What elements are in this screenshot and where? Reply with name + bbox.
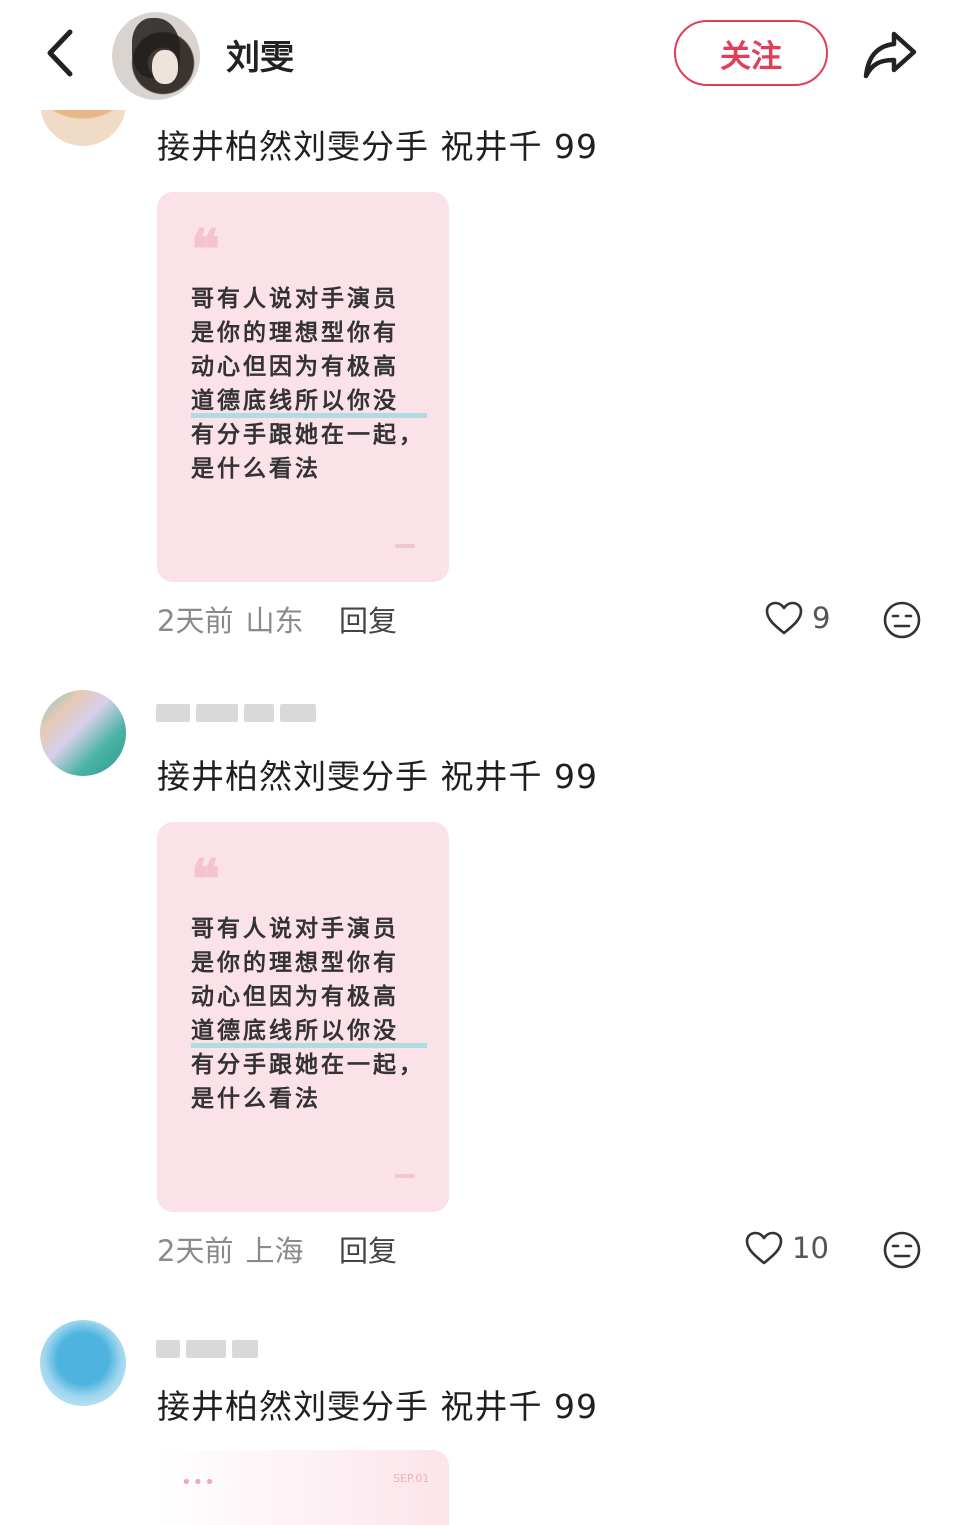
comment-text: 接井柏然刘雯分手 祝井千 99 (157, 127, 598, 166)
top-bar: 刘雯 关注 (0, 0, 960, 110)
comment-text: 接井柏然刘雯分手 祝井千 99 (157, 1387, 598, 1426)
quote-line: 哥有人说对手演员 (191, 286, 399, 312)
image-quote-card[interactable]: ••• SEP.01 (157, 1450, 449, 1525)
comment-time: 2天前 (157, 1234, 234, 1268)
heart-icon (765, 601, 803, 635)
username-blurred[interactable] (156, 1336, 258, 1362)
commenter-avatar[interactable] (40, 1320, 126, 1406)
card-dash (395, 1174, 415, 1178)
comment-text: 接井柏然刘雯分手 祝井千 99 (157, 757, 598, 796)
like-count: 9 (812, 601, 831, 635)
comment-time: 2天前 (157, 604, 234, 638)
quote-line: 是什么看法 (191, 456, 321, 482)
profile-name[interactable]: 刘雯 (226, 30, 294, 79)
quote-line: 动心但因为有极高 (191, 354, 399, 380)
card-dash (395, 544, 415, 548)
heart-icon (745, 1231, 783, 1265)
like-count: 10 (792, 1231, 829, 1265)
share-button[interactable] (858, 22, 922, 84)
quote-line: 是你的理想型你有 (191, 950, 399, 976)
quote-text: 哥有人说对手演员 是你的理想型你有 动心但因为有极高 道德底线所以你没 有分手跟… (191, 912, 427, 1116)
follow-button[interactable]: 关注 (674, 20, 828, 86)
quote-line: 有分手跟她在一起， (191, 1052, 425, 1078)
quote-line: 有分手跟她在一起， (191, 422, 425, 448)
quote-line: 道德底线所以你没 (191, 384, 427, 418)
comment-location: 山东 (245, 604, 304, 638)
card-dots: ••• (181, 1472, 216, 1493)
image-quote-card[interactable]: ❝ 哥有人说对手演员 是你的理想型你有 动心但因为有极高 道德底线所以你没 有分… (157, 822, 449, 1212)
quote-line: 道德底线所以你没 (191, 1014, 427, 1048)
share-icon (863, 31, 917, 79)
comment-location: 上海 (245, 1234, 304, 1268)
reply-button[interactable]: 回复 (339, 598, 397, 640)
quote-text: 哥有人说对手演员 是你的理想型你有 动心但因为有极高 道德底线所以你没 有分手跟… (191, 282, 427, 486)
image-quote-card[interactable]: ❝ 哥有人说对手演员 是你的理想型你有 动心但因为有极高 道德底线所以你没 有分… (157, 192, 449, 582)
reply-button[interactable]: 回复 (339, 1228, 397, 1270)
like-button[interactable]: 10 (744, 1230, 829, 1266)
emoji-face-icon (883, 601, 921, 639)
quote-line: 动心但因为有极高 (191, 984, 399, 1010)
comment-meta: 2天前 山东 (157, 598, 303, 640)
emoji-face-icon (883, 1231, 921, 1269)
back-button[interactable] (38, 22, 86, 84)
username-blurred[interactable] (156, 700, 316, 726)
profile-avatar[interactable] (112, 12, 200, 100)
like-button[interactable]: 9 (764, 600, 830, 636)
emoji-reaction-button[interactable] (882, 1230, 922, 1270)
back-arrow-icon (47, 29, 73, 77)
comment-meta: 2天前 上海 (157, 1228, 303, 1270)
commenter-avatar[interactable] (40, 690, 126, 776)
quote-line: 哥有人说对手演员 (191, 916, 399, 942)
quote-line: 是你的理想型你有 (191, 320, 399, 346)
quote-line: 是什么看法 (191, 1086, 321, 1112)
card-tag: SEP.01 (393, 1472, 430, 1485)
quote-mark-icon: ❝ (191, 847, 221, 911)
quote-mark-icon: ❝ (191, 217, 221, 281)
emoji-reaction-button[interactable] (882, 600, 922, 640)
